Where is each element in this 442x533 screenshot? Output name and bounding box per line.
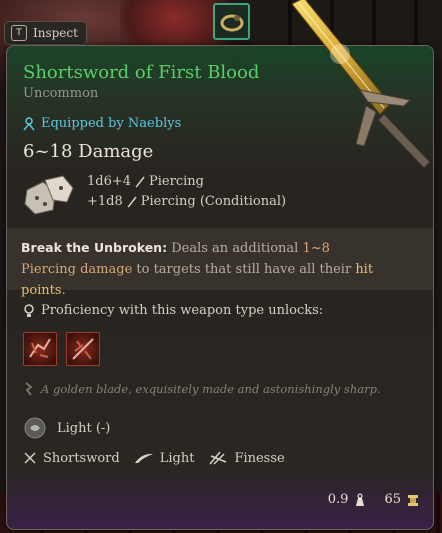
damage-dice: +1d8	[87, 194, 123, 209]
damage-type: Piercing (Conditional)	[140, 194, 287, 209]
passive-highlight-damage-word[interactable]: damage	[80, 262, 132, 277]
gold-value: 65	[384, 492, 401, 507]
passive-description: Break the Unbroken: Deals an additional …	[21, 237, 381, 301]
flavor-text: A golden blade, exquisitely made and ast…	[23, 382, 381, 396]
proficiency-header: Proficiency with this weapon type unlock…	[23, 303, 323, 318]
passive-text: .	[61, 283, 66, 298]
weapon-action-icon	[72, 338, 94, 360]
passive-text: Deals an additional	[167, 241, 303, 256]
weapon-action-2[interactable]	[66, 332, 100, 366]
damage-dice: 1d6+4	[87, 174, 132, 189]
weight-value: 0.9	[327, 492, 349, 507]
damage-total: 6~18 Damage	[23, 141, 154, 162]
inspect-button[interactable]: T Inspect	[4, 21, 87, 45]
dice-icon	[24, 175, 74, 215]
inspect-label: Inspect	[33, 26, 78, 40]
weapon-action-1[interactable]	[23, 332, 57, 366]
equipped-by: Equipped by Naeblys	[23, 116, 181, 131]
shortsword-icon	[24, 452, 36, 464]
item-slot-ring[interactable]	[213, 3, 250, 40]
piercing-icon	[127, 196, 137, 208]
flavor-icon	[25, 382, 33, 396]
light-weapon-icon	[134, 453, 153, 463]
item-tooltip: Shortsword of First Blood Uncommon Equip…	[6, 45, 434, 530]
damage-line-conditional: +1d8 Piercing (Conditional)	[87, 194, 286, 209]
property-light[interactable]: Light	[134, 450, 195, 466]
weight-icon	[356, 492, 365, 506]
weapon-action-icon	[29, 338, 51, 358]
proficiency-icon	[24, 303, 34, 317]
equipped-label: Equipped by Naeblys	[41, 116, 182, 131]
light-icon	[24, 417, 46, 439]
ring-icon	[220, 14, 243, 31]
flavor-label: A golden blade, exquisitely made and ast…	[41, 382, 381, 396]
item-footer: 0.9 65	[328, 492, 419, 507]
item-name: Shortsword of First Blood	[23, 62, 260, 83]
property-shortsword[interactable]: Shortsword	[23, 451, 120, 466]
inspect-key-icon: T	[11, 25, 27, 41]
property-label: Finesse	[234, 450, 285, 466]
weapon-properties: Shortsword Light Finesse	[23, 450, 285, 466]
passive-section: Break the Unbroken: Deals an additional …	[7, 228, 433, 298]
passive-name: Break the Unbroken:	[21, 240, 168, 255]
light-property: Light (-)	[23, 416, 110, 440]
property-finesse[interactable]: Finesse	[208, 450, 285, 466]
item-rarity: Uncommon	[23, 86, 99, 101]
finesse-icon	[209, 451, 227, 465]
property-label: Light	[159, 450, 195, 466]
property-label: Shortsword	[43, 450, 120, 466]
damage-type: Piercing	[149, 174, 204, 189]
light-label: Light (-)	[57, 420, 111, 436]
damage-line-base: 1d6+4 Piercing	[87, 174, 204, 189]
piercing-icon	[135, 176, 145, 188]
proficiency-text: Proficiency with this weapon type unlock…	[41, 303, 324, 318]
equipped-icon	[23, 116, 35, 130]
gold-icon	[408, 494, 418, 506]
passive-text: to targets that still have all their	[132, 262, 356, 277]
